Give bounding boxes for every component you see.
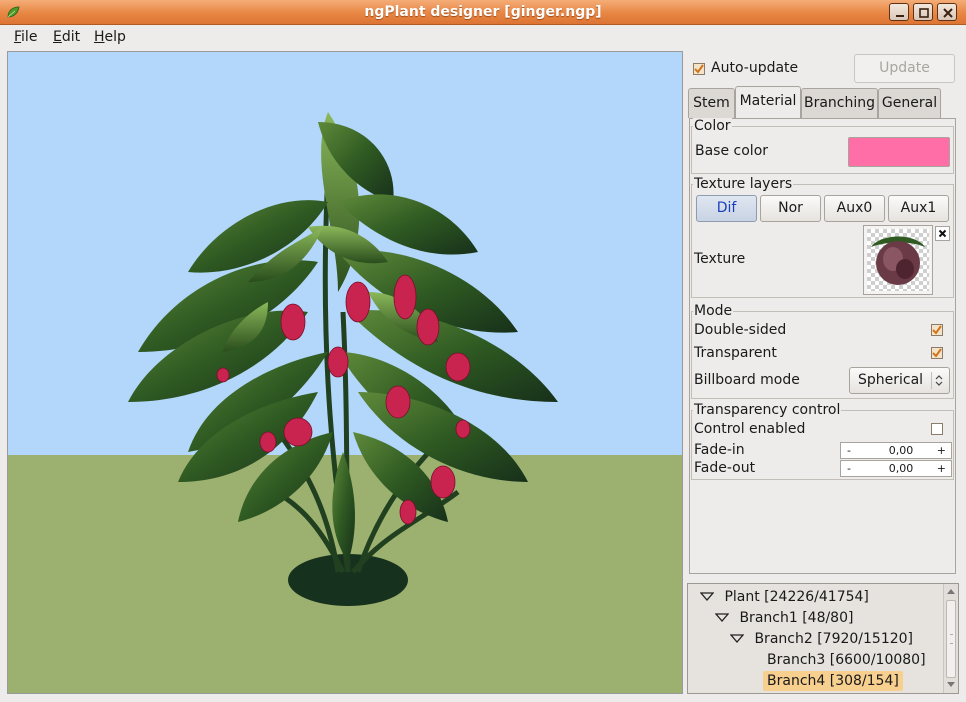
tree-node-branch1[interactable]: Branch1 [48/80] (714, 608, 854, 628)
close-icon (943, 8, 953, 18)
fade-in-increment[interactable]: + (937, 444, 946, 457)
fade-out-spinbox[interactable]: - 0,00 + (840, 460, 952, 477)
fade-out-increment[interactable]: + (937, 462, 946, 475)
layer-nor-button[interactable]: Nor (760, 195, 821, 222)
tree-node-label: Branch4 [308/154] (767, 673, 899, 689)
fade-in-decrement[interactable]: - (847, 444, 851, 457)
updown-chevron-icon (931, 372, 946, 389)
color-group-title: Color (693, 118, 732, 134)
texture-thumbnail (867, 229, 929, 291)
tree-scrollbar[interactable] (943, 584, 958, 693)
texture-thumbnail-button[interactable] (863, 225, 933, 295)
clear-texture-button[interactable] (935, 226, 950, 241)
menu-help[interactable]: Help (94, 28, 126, 46)
tab-general[interactable]: General (878, 88, 941, 118)
window-title: ngPlant designer [ginger.ngp] (364, 4, 602, 20)
tree-node-label: Plant [24226/41754] (724, 589, 869, 605)
tree-node-branch4-selected[interactable]: Branch4 [308/154] (763, 671, 903, 691)
menu-edit[interactable]: Edit (53, 28, 80, 46)
transparent-checkbox[interactable] (931, 347, 943, 359)
fade-out-decrement[interactable]: - (847, 462, 851, 475)
minimize-button[interactable] (889, 3, 909, 21)
checkmark-icon (932, 348, 942, 358)
double-sided-label: Double-sided (694, 322, 787, 338)
scroll-down-arrow-icon[interactable] (944, 679, 958, 691)
menu-bar (0, 25, 966, 50)
base-color-swatch[interactable] (848, 137, 950, 167)
expanded-arrow-icon (699, 592, 715, 601)
expanded-arrow-icon (729, 634, 745, 643)
layer-dif-button[interactable]: Dif (696, 195, 757, 222)
fade-in-value[interactable]: 0,00 (881, 444, 921, 457)
mode-group-title: Mode (693, 303, 734, 319)
transparent-label: Transparent (694, 345, 777, 361)
layer-aux0-button[interactable]: Aux0 (824, 195, 885, 222)
menu-file[interactable]: File (14, 28, 37, 46)
fade-in-label: Fade-in (694, 442, 745, 458)
tree-node-label: Branch3 [6600/10080] (767, 652, 926, 668)
expanded-arrow-icon (714, 613, 730, 622)
maximize-icon (919, 8, 929, 18)
close-icon (938, 229, 947, 238)
layer-aux1-button[interactable]: Aux1 (888, 195, 949, 222)
branch-tree[interactable]: Plant [24226/41754] Branch1 [48/80] Bran… (687, 583, 959, 694)
maximize-button[interactable] (913, 3, 933, 21)
checkmark-icon (694, 64, 704, 74)
base-color-label: Base color (695, 143, 769, 159)
fade-in-spinbox[interactable]: - 0,00 + (840, 442, 952, 459)
minimize-icon (896, 15, 904, 17)
checkmark-icon (932, 325, 942, 335)
texture-label: Texture (694, 251, 746, 267)
update-button[interactable]: Update (854, 54, 955, 83)
billboard-mode-label: Billboard mode (694, 372, 800, 388)
control-enabled-label: Control enabled (694, 421, 806, 437)
transparency-control-title: Transparency control (693, 402, 842, 418)
close-button[interactable] (937, 3, 957, 21)
tab-material[interactable]: Material (735, 86, 801, 119)
fade-out-label: Fade-out (694, 460, 756, 476)
tree-node-label: Branch1 [48/80] (739, 610, 854, 626)
fade-out-value[interactable]: 0,00 (881, 462, 921, 475)
tab-stem[interactable]: Stem (688, 88, 735, 118)
billboard-mode-value: Spherical (858, 372, 924, 388)
double-sided-checkbox[interactable] (931, 324, 943, 336)
texture-layers-title: Texture layers (693, 176, 794, 192)
tree-node-label: Branch2 [7920/15120] (754, 631, 913, 647)
plant-3d-viewport[interactable] (7, 51, 683, 694)
tree-node-branch3[interactable]: Branch3 [6600/10080] (767, 650, 926, 670)
tree-node-branch2[interactable]: Branch2 [7920/15120] (729, 629, 913, 649)
scroll-thumb[interactable] (946, 600, 956, 678)
plant-render (8, 52, 682, 693)
tab-branching[interactable]: Branching (801, 88, 878, 118)
billboard-mode-select[interactable]: Spherical (849, 367, 950, 394)
scroll-up-arrow-icon[interactable] (944, 586, 958, 598)
auto-update-label: Auto-update (711, 60, 799, 76)
tree-node-plant[interactable]: Plant [24226/41754] (699, 587, 869, 607)
auto-update-checkbox[interactable] (693, 63, 705, 75)
control-enabled-checkbox[interactable] (931, 423, 943, 435)
